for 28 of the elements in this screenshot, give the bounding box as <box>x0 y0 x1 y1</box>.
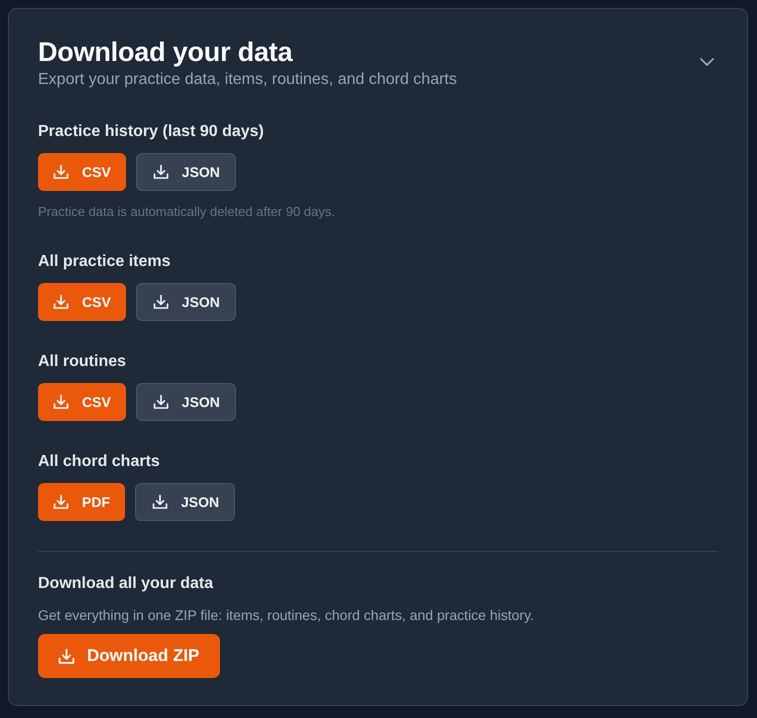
download-button[interactable]: JSON <box>136 283 236 321</box>
section-heading: All practice items <box>38 252 172 272</box>
section-heading: All routines <box>38 352 128 372</box>
download-icon <box>152 164 169 180</box>
section-description: Get everything in one ZIP file: items, routines, chord charts, and practice history. <box>38 606 534 625</box>
section-heading: All chord charts <box>38 452 161 472</box>
download-button[interactable]: CSV <box>38 283 126 321</box>
download-icon <box>53 294 69 310</box>
download-icon <box>53 164 69 180</box>
download-button[interactable]: JSON <box>136 383 236 421</box>
download-icon <box>58 648 75 664</box>
download-icon <box>152 494 168 510</box>
download-icon <box>53 494 69 510</box>
card-title: Download your data <box>38 36 294 68</box>
download-button[interactable]: CSV <box>38 383 126 421</box>
download-button[interactable]: JSON <box>135 483 236 521</box>
download-button[interactable]: CSV <box>38 153 126 191</box>
download-button[interactable]: JSON <box>136 153 236 191</box>
download-icon <box>53 394 69 410</box>
card-subtitle: Export your practice data, items, routines, and chord charts <box>38 70 457 90</box>
download-icon <box>152 294 169 310</box>
retention-note: Practice data is automatically deleted after 90 days. <box>38 203 336 221</box>
download-icon <box>152 394 169 410</box>
download-zip-button[interactable]: Download ZIP <box>38 634 220 678</box>
chevron-down-icon[interactable] <box>700 58 714 66</box>
download-button[interactable]: PDF <box>38 483 125 521</box>
section-heading: Practice history (last 90 days) <box>38 122 265 142</box>
section-heading: Download all your data <box>38 574 214 594</box>
